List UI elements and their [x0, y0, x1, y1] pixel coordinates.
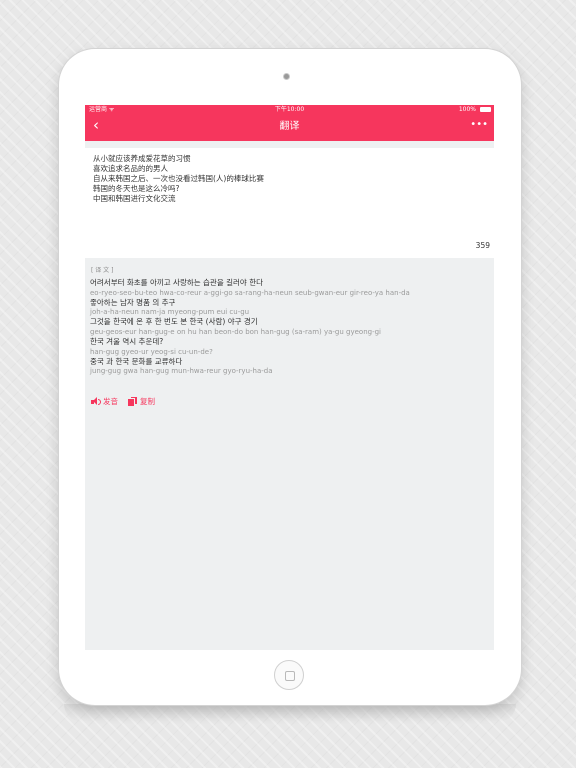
- battery-icon: [480, 107, 491, 112]
- source-text-area[interactable]: 从小就应该养成爱花草的习惯 喜欢追求名品的的男人 自从来韩国之后、一次也没看过韩…: [85, 148, 494, 258]
- camera-icon: [284, 74, 289, 79]
- copy-icon: [128, 397, 138, 406]
- status-battery-text: 100%: [458, 106, 476, 113]
- translation-label: [ 译 文 ]: [91, 267, 114, 274]
- tablet-shadow: [64, 704, 516, 722]
- romanization-line: jung-gug gwa han-gug mun-hwa-reur gyo-ry…: [90, 367, 273, 376]
- speak-button[interactable]: 发音: [91, 397, 118, 406]
- translation-list: 어려서부터 화초를 아끼고 사랑하는 습관을 길러야 한다 eo-ryeo-se…: [90, 278, 485, 377]
- korean-line: 중국 과 한국 문화를 교류하다: [90, 356, 183, 366]
- more-button[interactable]: •••: [470, 119, 488, 131]
- romanization-line: han-gug gyeo-ur yeog-si cu-un-de?: [90, 347, 213, 356]
- source-line: 中国和韩国进行文化交流: [93, 194, 176, 203]
- action-bar: 发音 复制: [91, 397, 155, 406]
- translation-panel: [ 译 文 ] 어려서부터 화초를 아끼고 사랑하는 습관을 길러야 한다 eo…: [85, 258, 494, 650]
- character-count: 359: [475, 241, 490, 250]
- korean-line: 좋아하는 남자 명품 의 추구: [90, 297, 176, 307]
- app-screen: 运营商 ᯤ 下午10:00 100% ‹ 翻译 ••• 从小就应该养成爱花草的习…: [85, 105, 494, 650]
- source-line: 从小就应该养成爱花草的习惯: [93, 154, 191, 163]
- korean-line: 그것을 한국에 온 후 한 번도 본 한국 (사람) 야구 경기: [90, 317, 258, 327]
- speak-label: 发音: [103, 397, 118, 406]
- source-line: 韩国的冬天也是这么冷吗?: [93, 184, 180, 193]
- more-dots-icon: •••: [470, 119, 488, 130]
- home-button[interactable]: [274, 660, 304, 690]
- romanization-line: eo-ryeo-seo-bu-teo hwa-co-reur a-ggi-go …: [90, 288, 410, 297]
- source-text[interactable]: 从小就应该养成爱花草的习惯 喜欢追求名品的的男人 自从来韩国之后、一次也没看过韩…: [93, 154, 473, 204]
- page-title: 翻译: [279, 121, 300, 132]
- korean-line: 어려서부터 화초를 아끼고 사랑하는 습관을 길러야 한다: [90, 278, 264, 287]
- source-line: 喜欢追求名品的的男人: [93, 164, 168, 173]
- navigation-bar: 运营商 ᯤ 下午10:00 100% ‹ 翻译 •••: [85, 105, 494, 141]
- source-line: 自从来韩国之后、一次也没看过韩国(人)的棒球比赛: [93, 174, 264, 183]
- copy-button[interactable]: 复制: [128, 397, 155, 406]
- status-time: 下午10:00: [274, 106, 305, 113]
- korean-line: 한국 겨울 역시 추운데?: [90, 337, 164, 347]
- copy-label: 复制: [140, 397, 155, 406]
- speaker-icon: [91, 397, 101, 406]
- romanization-line: geu-geos-eur han-gug-e on hu han beon-do…: [90, 327, 382, 336]
